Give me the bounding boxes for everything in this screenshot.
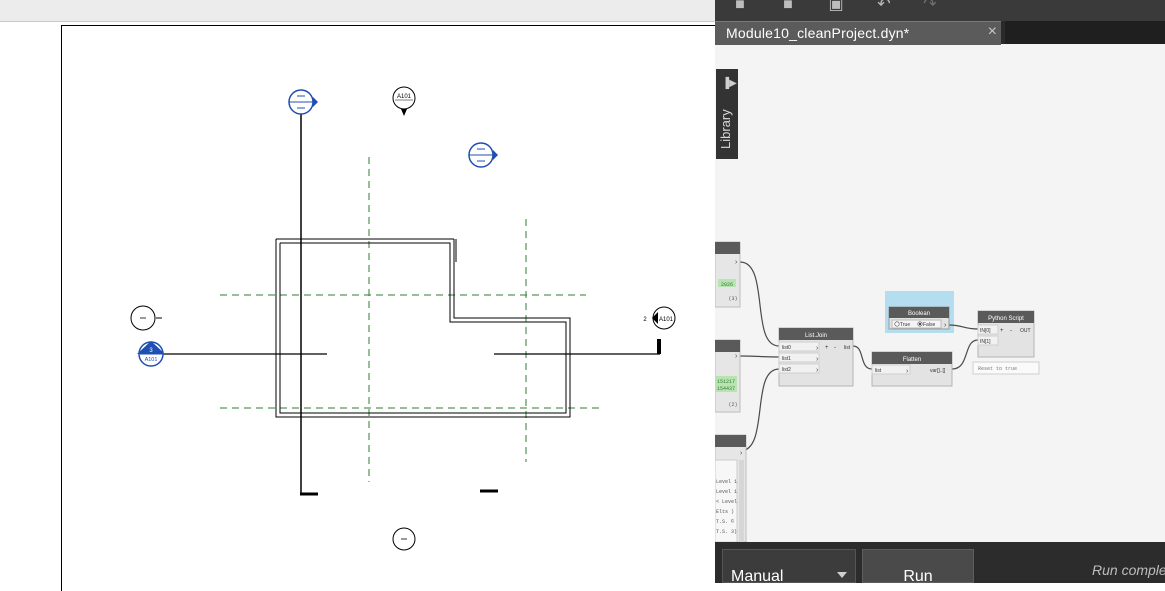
section-line-horizontal[interactable] xyxy=(160,339,661,493)
add-port-button[interactable]: + xyxy=(825,345,829,351)
section-line-vertical[interactable] xyxy=(300,105,318,496)
run-mode-label: Manual xyxy=(731,568,784,585)
remove-input-button[interactable]: - xyxy=(1010,328,1012,334)
port-list1-label: list1 xyxy=(782,356,791,362)
preview-line-4: Elts ) xyxy=(716,509,734,515)
preview-line-6: T.S. 3) xyxy=(716,529,737,535)
preview-line-2: Level 1 xyxy=(716,489,737,495)
partial-node-middle[interactable]: 151217 154437 (2) › xyxy=(715,339,741,413)
run-status-text: Run completed. xyxy=(1092,562,1165,578)
node-list-join[interactable]: List.Join list0 list1 list2 + - list › ›… xyxy=(778,327,854,387)
node-value-2: 154437 xyxy=(717,386,735,392)
dynamo-window[interactable]: ■ ■ ▣ ↶ ↷ Module10_cleanProject.dyn* × ▐… xyxy=(715,0,1165,585)
wire-middle-to-list1 xyxy=(739,355,780,358)
run-mode-dropdown[interactable]: Manual xyxy=(722,549,856,585)
node-preview-text: Reset to true xyxy=(978,366,1017,372)
node-header xyxy=(715,435,746,447)
revit-view-pane[interactable]: A101 3 A101 2 A101 xyxy=(0,0,716,591)
section-head-mid-icon[interactable] xyxy=(468,142,498,168)
elevation-marker-left-icon[interactable] xyxy=(130,305,162,331)
output-port-label[interactable]: var[]..[] xyxy=(930,368,946,374)
run-bar: Manual Run Run completed. xyxy=(715,542,1165,585)
output-port-label[interactable]: OUT xyxy=(1020,328,1031,334)
preview-line-5: T.S. © xyxy=(716,518,734,525)
radio-false-dot xyxy=(918,322,922,326)
preview-line-3: < Level xyxy=(716,499,737,505)
remove-port-button[interactable]: - xyxy=(834,345,836,351)
chevron-down-icon xyxy=(837,572,847,578)
floor-plan-drawing[interactable]: A101 3 A101 2 A101 xyxy=(0,0,715,583)
graph-canvas[interactable]: 2026 (3) › 151217 154437 (2) › Level 1 L… xyxy=(715,0,1165,542)
radio-false-label: False xyxy=(923,322,935,328)
elevation-sheet-label: A101 xyxy=(397,94,412,100)
input-port-in0-label: IN[0] xyxy=(980,328,991,334)
node-value: 2026 xyxy=(721,282,733,288)
node-value-count: (2) xyxy=(728,402,737,408)
node-title: Python Script xyxy=(988,316,1024,322)
node-python-script[interactable]: Python Script IN[0] IN[1] + - OUT Reset … xyxy=(972,310,1040,375)
partial-node-upper[interactable]: 2026 (3) › xyxy=(715,241,741,308)
node-header xyxy=(715,242,740,254)
radio-true-label: True xyxy=(900,322,910,328)
add-input-button[interactable]: + xyxy=(1000,328,1004,334)
run-button[interactable]: Run xyxy=(862,549,974,585)
elevation-marker-right-icon[interactable]: 2 A101 xyxy=(643,306,676,330)
wall-inner[interactable] xyxy=(279,242,567,414)
input-port-label: list xyxy=(875,368,882,374)
port-list0-label: list0 xyxy=(782,345,791,351)
reference-grids xyxy=(220,157,604,482)
node-boolean[interactable]: Boolean True False › xyxy=(888,306,950,330)
node-flatten[interactable]: Flatten list › var[]..[] xyxy=(871,351,953,387)
elevation-pointer xyxy=(401,109,407,116)
node-title: Flatten xyxy=(903,357,921,363)
output-port-label[interactable]: list xyxy=(844,345,851,351)
input-port-in1-label: IN[1] xyxy=(980,339,991,345)
section-sheet: A101 xyxy=(145,357,158,363)
preview-line-1: Level 1 xyxy=(716,479,737,485)
run-button-label: Run xyxy=(903,568,933,585)
node-value-count: (3) xyxy=(728,296,737,302)
section-head-arrow xyxy=(313,97,318,107)
wire-upper-to-list0 xyxy=(739,261,780,347)
partial-node-lower[interactable]: Level 1 Level 1 < Level Elts ) T.S. © T.… xyxy=(715,434,747,542)
port-list2-label: list2 xyxy=(782,367,791,373)
section-head-top-icon[interactable] xyxy=(288,89,318,115)
node-title: Boolean xyxy=(908,311,930,317)
section-head-arrow xyxy=(493,150,498,160)
elevation-marker-bottom-icon[interactable] xyxy=(392,527,416,551)
node-header xyxy=(715,340,740,352)
node-title: List.Join xyxy=(805,333,827,339)
section-head-left-icon[interactable]: 3 A101 xyxy=(137,341,165,367)
wire-list-to-flatten xyxy=(852,345,873,370)
elevation-marker-top-icon[interactable]: A101 xyxy=(392,86,416,116)
radio-true[interactable] xyxy=(894,321,900,327)
node-value-1: 151217 xyxy=(717,379,735,385)
node-scrollbar[interactable] xyxy=(739,460,744,542)
elevation-sheet-label: A101 xyxy=(659,317,674,323)
elevation-number: 2 xyxy=(643,317,647,323)
